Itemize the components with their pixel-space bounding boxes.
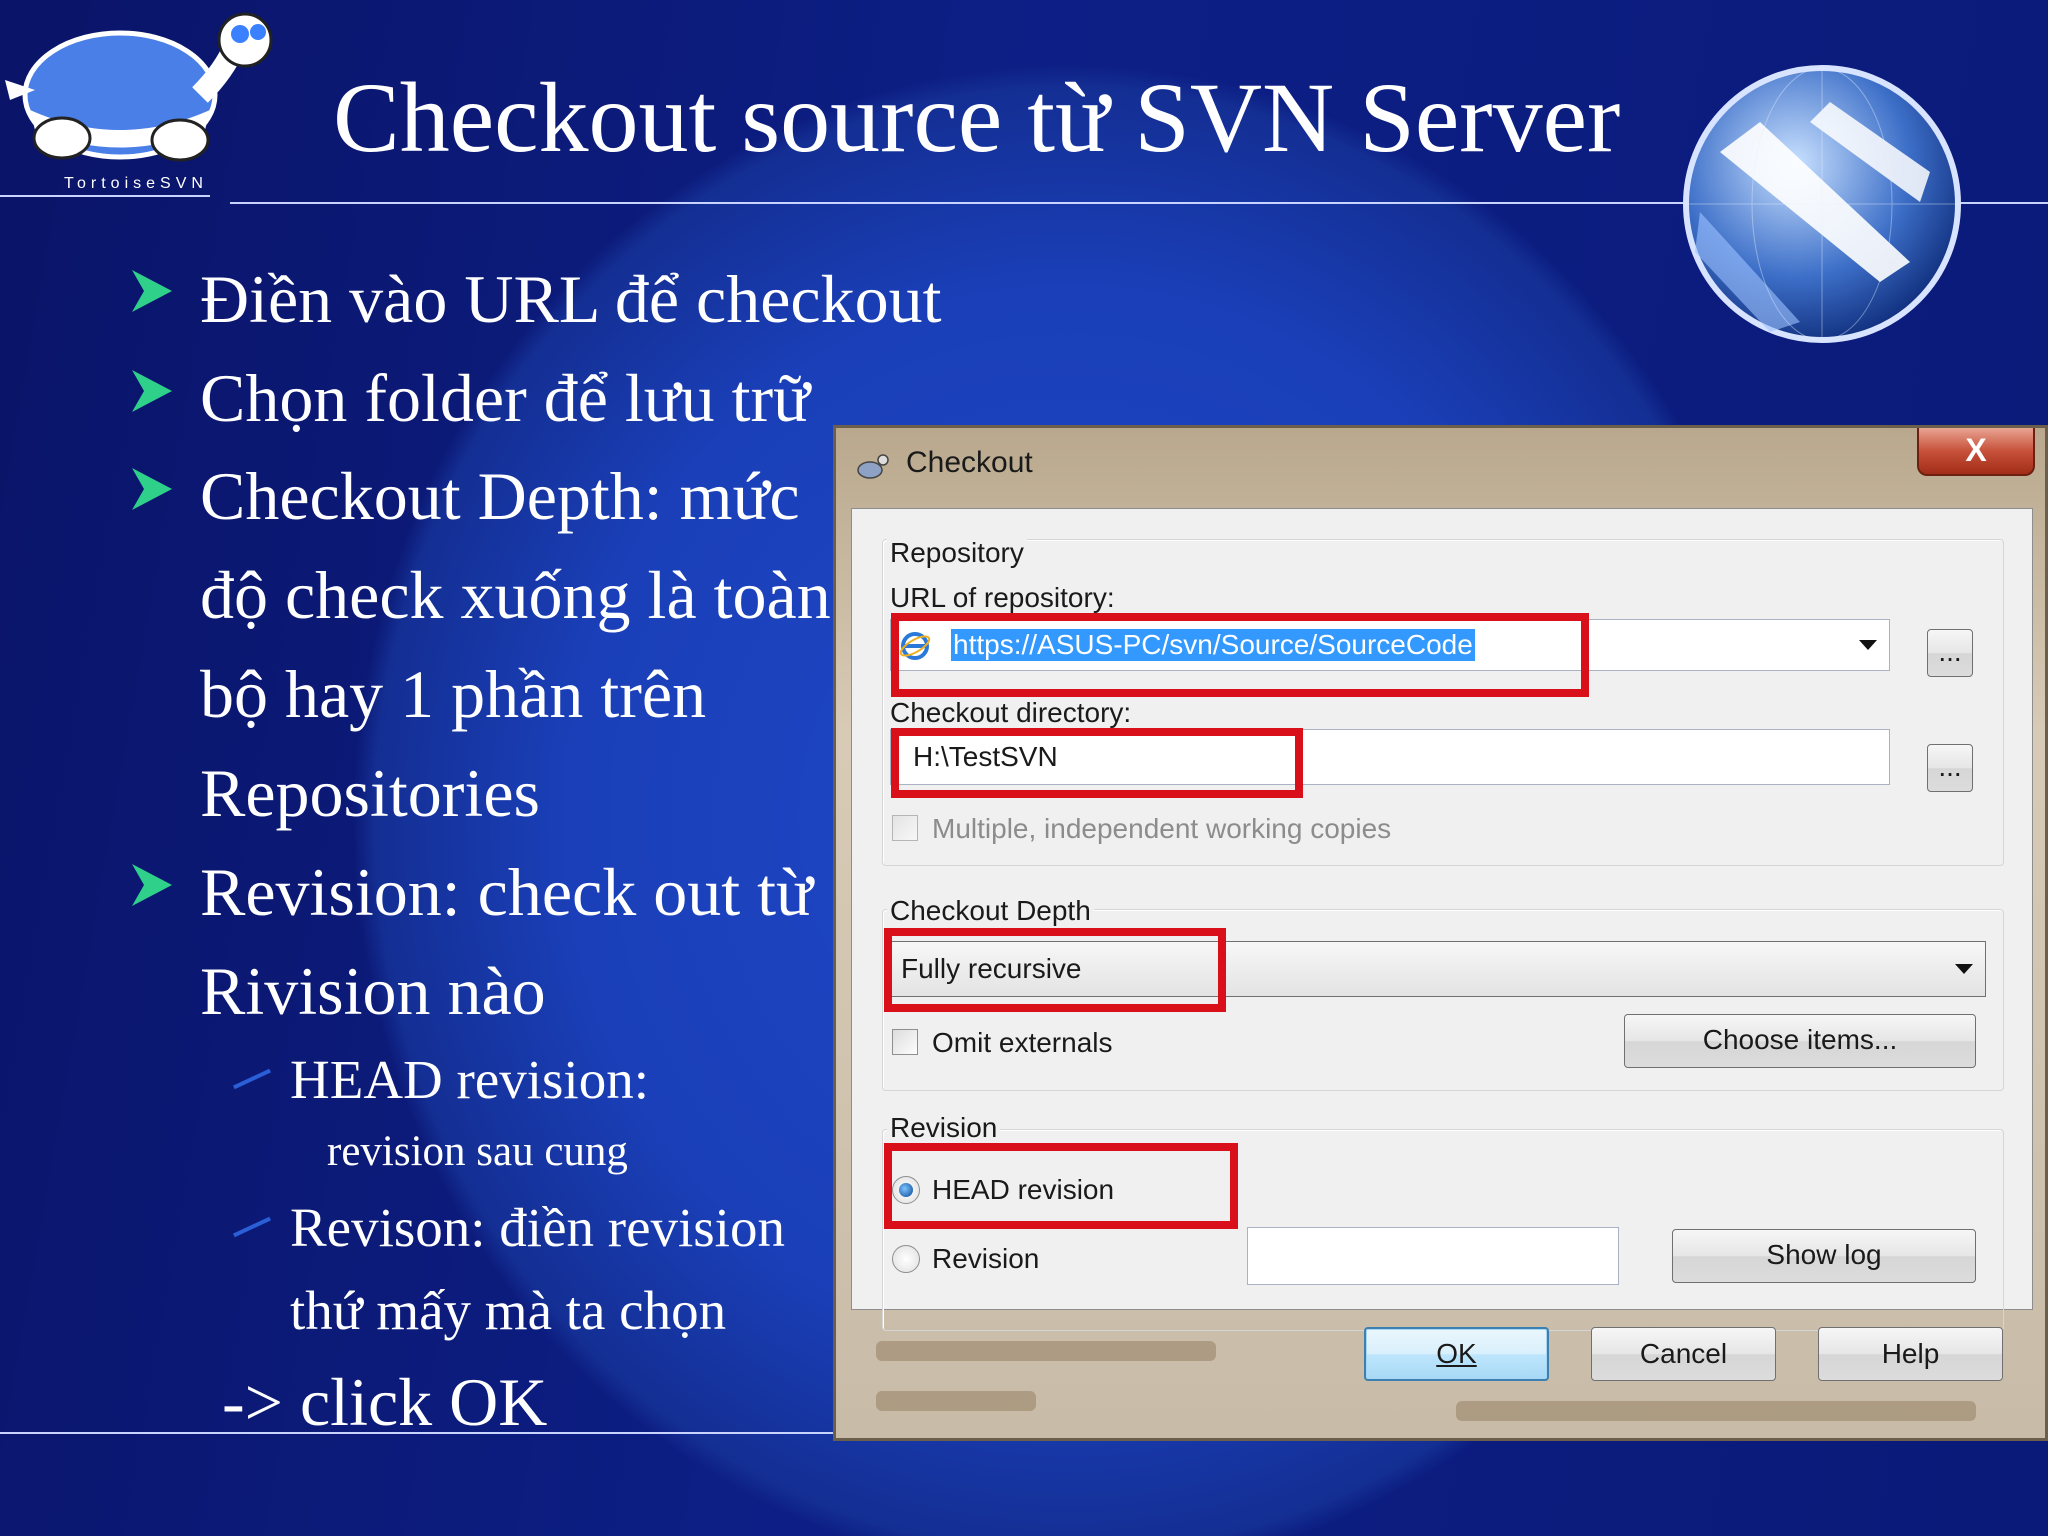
- directory-browse-button[interactable]: ...: [1927, 744, 1973, 792]
- sub-bullet-2-detail: thứ mấy mà ta chọn: [290, 1280, 727, 1341]
- title-underline-left: [0, 195, 210, 197]
- depth-highlight: [884, 928, 1226, 1012]
- dropdown-arrow-icon[interactable]: [1859, 640, 1877, 650]
- dropdown-arrow-icon[interactable]: [1955, 964, 1973, 974]
- bullet-3-line-1: Checkout Depth: mức: [200, 458, 800, 534]
- multiple-working-copies-label: Multiple, independent working copies: [932, 813, 1392, 844]
- url-label: URL of repository:: [890, 582, 1115, 613]
- ok-button[interactable]: OK: [1364, 1327, 1549, 1381]
- checkout-dialog: Checkout X Repository URL of repository:…: [833, 425, 2048, 1441]
- logo-text: TortoiseSVN: [64, 175, 208, 192]
- head-revision-highlight: [884, 1143, 1238, 1229]
- url-highlight: [891, 613, 1589, 697]
- bullet-4-line-2: Rivision nào: [200, 953, 546, 1029]
- repository-group-label: Repository: [887, 539, 1027, 567]
- omit-externals-checkbox[interactable]: [892, 1029, 918, 1055]
- cancel-button[interactable]: Cancel: [1591, 1327, 1776, 1381]
- sub-bullet-1-title: HEAD revision:: [290, 1049, 649, 1110]
- checkout-directory-label: Checkout directory:: [890, 697, 1132, 728]
- blurred-background: [876, 1341, 1216, 1361]
- close-button[interactable]: X: [1917, 428, 2035, 476]
- bullet-arrow-icon: [132, 864, 172, 906]
- bullet-3-line-2: độ check xuống là toàn: [200, 557, 831, 633]
- dialog-title: Checkout: [906, 446, 1033, 479]
- blurred-background: [876, 1391, 1036, 1411]
- revision-label: Revision: [932, 1243, 1040, 1274]
- revision-input[interactable]: [1247, 1227, 1619, 1285]
- checkout-depth-group-label: Checkout Depth: [887, 897, 1094, 925]
- sub-bullet-2-title: Revison: điền revision: [290, 1197, 785, 1258]
- omit-externals-label: Omit externals: [932, 1027, 1113, 1058]
- revision-radio[interactable]: [892, 1245, 920, 1273]
- slide: TortoiseSVN Checkout source từ SVN Serve…: [0, 0, 2048, 1536]
- bullet-3-line-4: Repositories: [200, 755, 540, 831]
- directory-highlight: [891, 728, 1303, 798]
- bullet-arrow-icon: [132, 370, 172, 412]
- bullet-2: Chọn folder để lưu trữ: [200, 360, 811, 436]
- bullet-3-line-3: bộ hay 1 phần trên: [200, 656, 707, 732]
- bullet-4-line-1: Revision: check out từ: [200, 854, 813, 930]
- tortoisesvn-checkout-icon: [857, 454, 889, 479]
- sub-bullet-1-detail: revision sau cung: [327, 1128, 628, 1175]
- slide-title: Checkout source từ SVN Server: [333, 62, 1621, 173]
- url-browse-button[interactable]: ...: [1927, 629, 1973, 677]
- blurred-background: [1456, 1401, 1976, 1421]
- bullet-arrow-icon: [132, 270, 172, 312]
- show-log-button[interactable]: Show log: [1672, 1229, 1976, 1283]
- bullet-1: Điền vào URL để checkout: [200, 261, 942, 337]
- choose-items-button[interactable]: Choose items...: [1624, 1014, 1976, 1068]
- tortoisesvn-logo-icon: [5, 12, 273, 162]
- sub-bullet-dash: [233, 1068, 271, 1090]
- final-instruction: -> click OK: [222, 1364, 548, 1440]
- dialog-footer: OK Cancel Help: [836, 1311, 2045, 1438]
- help-button[interactable]: Help: [1818, 1327, 2003, 1381]
- revision-group-label: Revision: [887, 1114, 1001, 1142]
- globe-icon: [1683, 65, 1961, 343]
- sub-bullet-dash: [233, 1216, 271, 1238]
- multiple-working-copies-checkbox[interactable]: [892, 815, 918, 841]
- bullet-arrow-icon: [132, 468, 172, 510]
